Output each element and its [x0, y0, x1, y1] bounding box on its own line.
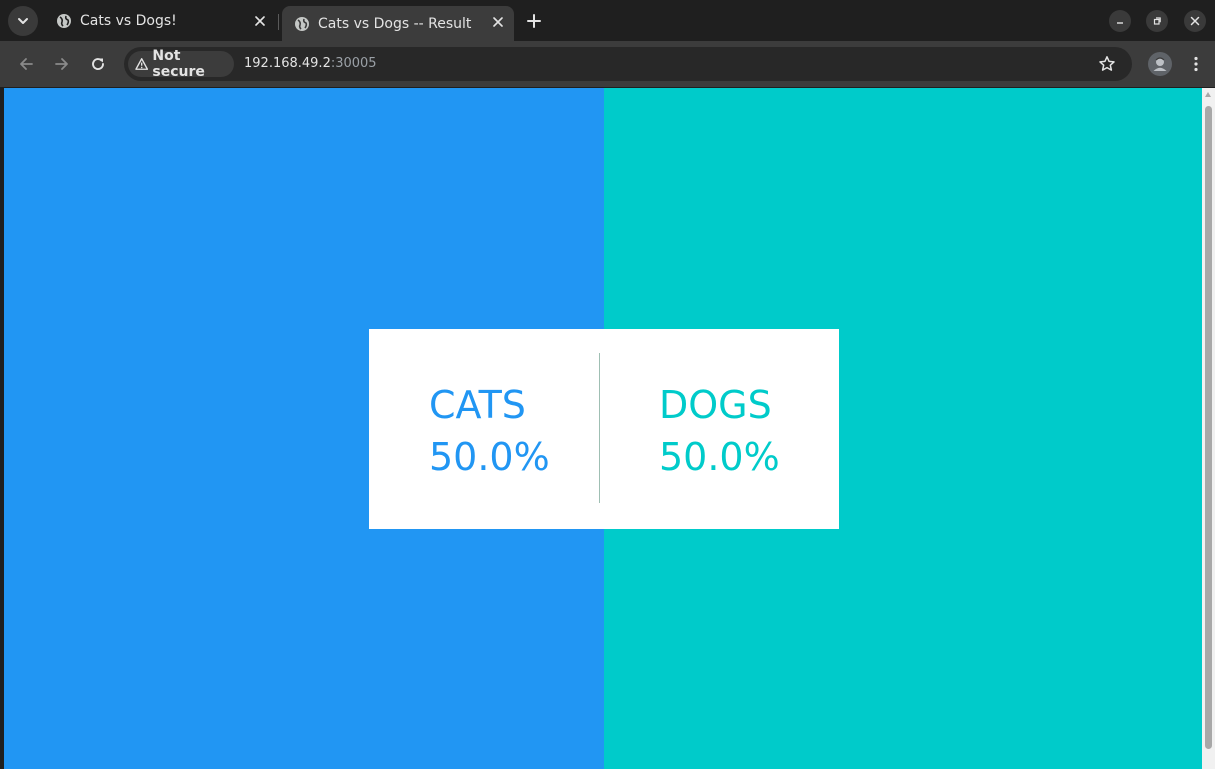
globe-icon	[295, 16, 309, 31]
dogs-percent: 50.0%	[659, 435, 780, 479]
tab-cats-vs-dogs[interactable]: Cats vs Dogs!	[44, 6, 276, 36]
cats-label: CATS	[429, 383, 526, 427]
forward-button[interactable]	[50, 52, 74, 76]
browser-toolbar: Not secure 192.168.49.2:30005	[0, 41, 1215, 87]
url-host: 192.168.49.2	[244, 56, 331, 71]
tab-result[interactable]: Cats vs Dogs -- Result	[282, 6, 514, 41]
page-viewport: CATS 50.0% DOGS 50.0%	[4, 88, 1202, 769]
restore-icon	[1153, 17, 1161, 25]
close-icon	[493, 17, 503, 27]
vertical-scrollbar[interactable]	[1202, 88, 1215, 769]
star-icon[interactable]	[1098, 55, 1116, 73]
scrollbar-thumb[interactable]	[1205, 106, 1212, 749]
new-tab-button[interactable]	[522, 9, 546, 33]
dogs-result: DOGS 50.0%	[600, 329, 830, 529]
cats-result: CATS 50.0%	[369, 329, 599, 529]
tab-strip: Cats vs Dogs! Cats vs Dogs -- Result	[0, 0, 1215, 41]
url-text[interactable]: 192.168.49.2:30005	[244, 56, 377, 71]
dogs-label: DOGS	[659, 383, 772, 427]
tab-search-button[interactable]	[8, 6, 38, 36]
security-label: Not secure	[152, 48, 205, 80]
tab-title: Cats vs Dogs!	[80, 13, 177, 29]
close-tab-button[interactable]	[252, 13, 268, 29]
more-menu-button[interactable]	[1186, 52, 1206, 76]
reload-button[interactable]	[86, 52, 110, 76]
warning-icon	[135, 58, 149, 70]
close-tab-button[interactable]	[490, 14, 506, 30]
forward-icon	[55, 58, 68, 70]
result-card: CATS 50.0% DOGS 50.0%	[369, 329, 839, 529]
profile-button[interactable]	[1148, 52, 1172, 76]
plus-icon	[527, 14, 541, 28]
site-info-button[interactable]: Not secure	[128, 48, 234, 80]
chevron-down-icon	[18, 18, 28, 24]
back-button[interactable]	[14, 52, 38, 76]
address-bar[interactable]: Not secure 192.168.49.2:30005	[124, 47, 1132, 81]
tab-divider	[278, 14, 279, 30]
more-menu-icon	[1194, 56, 1198, 72]
minimize-button[interactable]	[1109, 10, 1131, 32]
close-icon	[255, 16, 265, 26]
profile-icon	[1153, 57, 1167, 71]
url-port: :30005	[330, 56, 377, 71]
close-window-button[interactable]	[1184, 10, 1206, 32]
globe-icon	[57, 14, 71, 28]
back-icon	[20, 58, 33, 70]
reload-icon	[92, 58, 104, 70]
restore-button[interactable]	[1146, 10, 1168, 32]
cats-percent: 50.0%	[429, 435, 550, 479]
minimize-icon	[1117, 22, 1123, 24]
tab-title: Cats vs Dogs -- Result	[318, 15, 472, 32]
close-icon	[1190, 16, 1200, 26]
scroll-up-arrow[interactable]	[1205, 92, 1211, 97]
